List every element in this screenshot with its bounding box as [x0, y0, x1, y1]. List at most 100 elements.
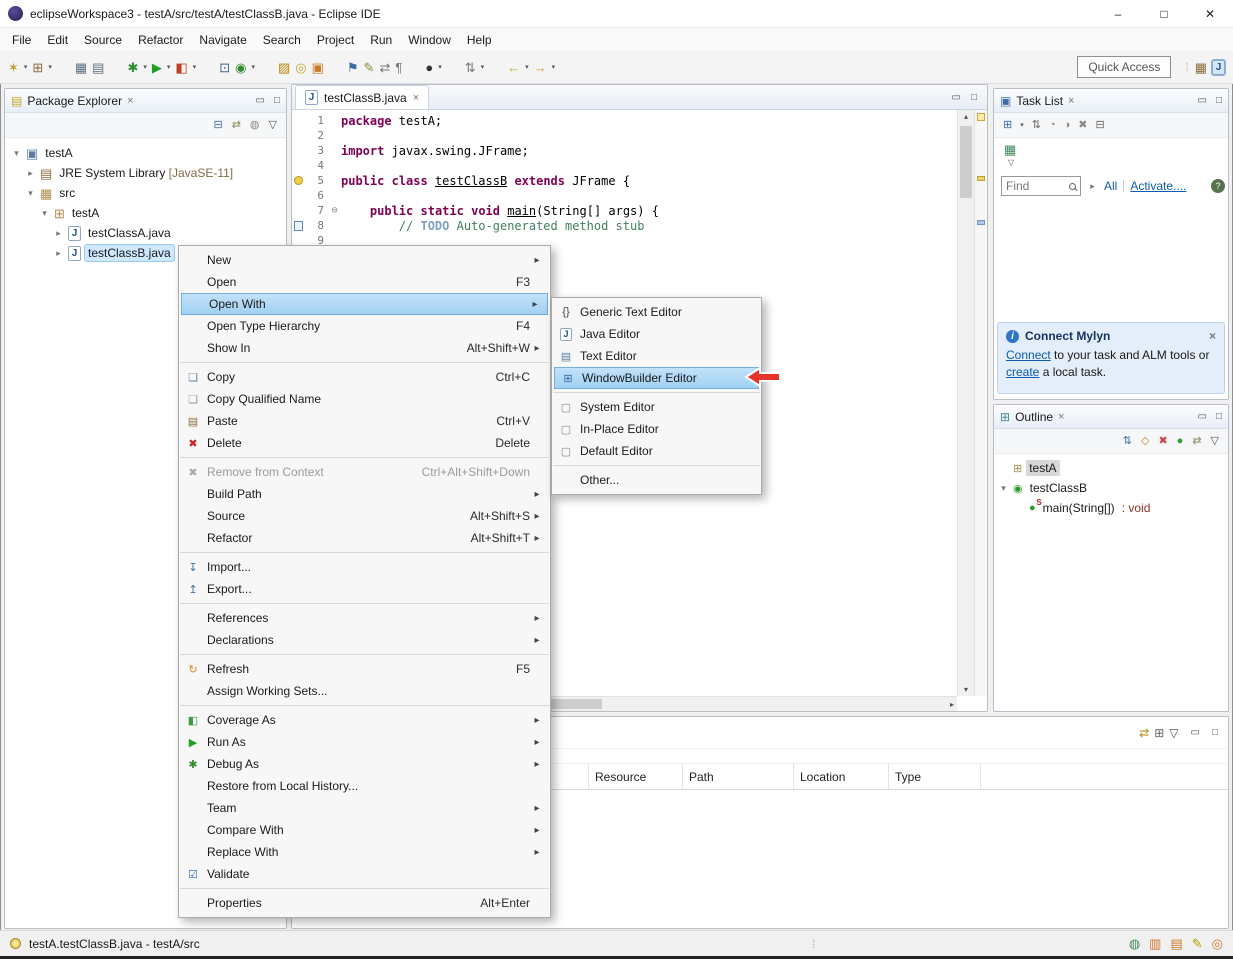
back-history-icon[interactable]: ←	[507, 61, 520, 74]
menu-item-java-editor[interactable]: J Java Editor	[552, 323, 761, 345]
progress-icon[interactable]: ◎	[1212, 937, 1223, 950]
user-profile-icon[interactable]: ●	[425, 61, 433, 74]
hide-nonpublic-icon[interactable]: ●	[1177, 435, 1184, 447]
menu-item-build-path[interactable]: Build Path ▸	[179, 483, 550, 505]
sort-icon[interactable]: ⇅	[1123, 435, 1132, 447]
warning-annotation-mark[interactable]	[977, 176, 985, 181]
dropdown-caret-icon[interactable]: ▾	[525, 63, 529, 71]
menu-item-restore-from-local-history[interactable]: Restore from Local History...	[179, 775, 550, 797]
layout-icon[interactable]: ⊞	[1154, 727, 1164, 739]
maximize-button[interactable]: □	[1141, 0, 1187, 27]
annotation-nav-icon[interactable]: ⇅	[465, 61, 476, 74]
menu-item-replace-with[interactable]: Replace With ▸	[179, 841, 550, 863]
delete-task-icon[interactable]: ✖	[1078, 119, 1087, 131]
link-with-editor-icon[interactable]: ⇄	[232, 119, 241, 131]
menu-item-open[interactable]: Open F3	[179, 271, 550, 293]
scrollbar-thumb[interactable]	[960, 126, 972, 198]
view-menu-icon[interactable]: ▽	[269, 119, 277, 131]
editor-tab-testclassb-java[interactable]: J testClassB.java ×	[295, 85, 430, 109]
menu-run[interactable]: Run	[362, 30, 400, 50]
new-task-icon[interactable]: ⊞	[1003, 119, 1012, 131]
view-title[interactable]: Task List	[1016, 94, 1063, 108]
menu-source[interactable]: Source	[76, 30, 130, 50]
menu-item-references[interactable]: References ▸	[179, 607, 550, 629]
hide-static-icon[interactable]: ✖	[1158, 435, 1167, 447]
menu-item-show-in[interactable]: Show In Alt+Shift+W ▸	[179, 337, 550, 359]
dropdown-caret-icon[interactable]: ▾	[143, 63, 147, 71]
task-presentation-icon[interactable]: ▦	[1004, 143, 1016, 156]
menu-item-refactor[interactable]: Refactor Alt+Shift+T ▸	[179, 527, 550, 549]
menu-item-coverage-as[interactable]: ◧ Coverage As ▸	[179, 709, 550, 731]
tree-item-testclassa-java[interactable]: ▸ JtestClassA.java	[5, 223, 286, 243]
column-header-resource[interactable]: Resource	[589, 764, 683, 789]
menu-item-windowbuilder-editor[interactable]: ⊞ WindowBuilder Editor	[554, 367, 759, 389]
dropdown-caret-icon[interactable]: ▾	[552, 63, 556, 71]
minimize-view-icon[interactable]: ▭	[952, 92, 961, 103]
menu-item-default-editor[interactable]: ▢ Default Editor	[552, 440, 761, 462]
all-filter[interactable]: All	[1104, 179, 1117, 193]
menu-item-run-as[interactable]: ▶ Run As ▸	[179, 731, 550, 753]
expander-icon[interactable]: ▾	[25, 188, 36, 199]
outline-item-main-string[interactable]: ● Smain(String[]) : void	[994, 498, 1228, 518]
hide-fields-icon[interactable]: ◇	[1141, 435, 1149, 447]
close-popup-icon[interactable]: ×	[1209, 329, 1216, 343]
close-view-icon[interactable]: ×	[1068, 95, 1074, 107]
menu-item-properties[interactable]: Properties Alt+Enter	[179, 892, 550, 914]
outline-item-testa[interactable]: ⊞ testA	[994, 458, 1228, 478]
categorized-icon[interactable]: ⇅	[1032, 119, 1041, 131]
overview-ruler[interactable]	[974, 110, 987, 696]
menu-item-other[interactable]: Other...	[552, 469, 761, 491]
view-title[interactable]: Package Explorer	[27, 94, 122, 108]
forward-history-icon[interactable]: →	[534, 61, 547, 74]
column-header-type[interactable]: Type	[889, 764, 981, 789]
dropdown-caret-icon[interactable]: ▾	[438, 63, 442, 71]
tree-item-src[interactable]: ▾ ▦ src	[5, 183, 286, 203]
java-perspective-icon[interactable]: J	[1211, 58, 1226, 76]
expander-icon[interactable]: ▸	[53, 228, 64, 239]
coverage-icon[interactable]: ◧	[175, 61, 187, 74]
menu-item-delete[interactable]: ✖ Delete Delete	[179, 432, 550, 454]
tree-item-jre-system-library[interactable]: ▸ ▤ JRE System Library [JavaSE-11]	[5, 163, 286, 183]
print-icon[interactable]: ▤	[92, 61, 104, 74]
open-type-icon[interactable]: ▨	[278, 61, 290, 74]
minimize-view-icon[interactable]: ▭	[256, 95, 265, 106]
menu-item-new[interactable]: New ▸	[179, 249, 550, 271]
generate-icon[interactable]: ◉	[235, 61, 246, 74]
focus-icon[interactable]: ◍	[250, 119, 260, 131]
memory-monitor-icon[interactable]: ▥	[1149, 937, 1161, 950]
scroll-right-icon[interactable]: ▸	[950, 700, 954, 709]
close-tab-icon[interactable]: ×	[413, 92, 419, 104]
column-header-path[interactable]: Path	[683, 764, 794, 789]
mylyn-task-icon[interactable]: ◍	[1129, 937, 1140, 950]
dropdown-caret-icon[interactable]: ▾	[481, 63, 485, 71]
maximize-view-icon[interactable]: □	[971, 92, 977, 103]
column-header-location[interactable]: Location	[794, 764, 889, 789]
dropdown-caret-icon[interactable]: ▾	[167, 63, 171, 71]
menu-item-debug-as[interactable]: ✱ Debug As ▸	[179, 753, 550, 775]
activate-link[interactable]: Activate....	[1130, 179, 1186, 193]
workspace-icon[interactable]: ▤	[1170, 937, 1182, 950]
collapse-all-icon[interactable]: ⊟	[213, 119, 222, 131]
task-flag-icon[interactable]: ⚑	[347, 61, 359, 74]
dropdown-caret-icon[interactable]: ▾	[251, 63, 255, 71]
search-icon[interactable]: ◎	[295, 61, 306, 74]
menu-edit[interactable]: Edit	[39, 30, 76, 50]
view-menu-icon[interactable]: ▽	[1008, 158, 1228, 167]
expander-icon[interactable]: ▸	[53, 248, 64, 259]
menu-item-open-with[interactable]: Open With ▸	[181, 293, 548, 315]
link-editors-icon[interactable]: ⇄	[379, 61, 390, 74]
menu-item-open-type-hierarchy[interactable]: Open Type Hierarchy F4	[179, 315, 550, 337]
scheduled-icon[interactable]: ◔	[1049, 119, 1056, 131]
menu-item-refresh[interactable]: ↻ Refresh F5	[179, 658, 550, 680]
link-with-editor-icon[interactable]: ⇄	[1192, 435, 1201, 447]
help-icon[interactable]: ?	[1211, 179, 1225, 193]
create-link[interactable]: create	[1006, 365, 1039, 379]
view-menu-icon[interactable]: ▽	[1169, 727, 1178, 739]
quick-access-box[interactable]: Quick Access	[1077, 56, 1172, 78]
task-annotation-mark[interactable]	[977, 220, 985, 225]
menu-refactor[interactable]: Refactor	[130, 30, 191, 50]
new-wizard-icon[interactable]: ✶	[8, 61, 19, 74]
tree-item-testa[interactable]: ▾ ▣ testA	[5, 143, 286, 163]
minimize-view-icon[interactable]: ▭	[1198, 411, 1207, 422]
view-title[interactable]: Outline	[1015, 410, 1053, 424]
